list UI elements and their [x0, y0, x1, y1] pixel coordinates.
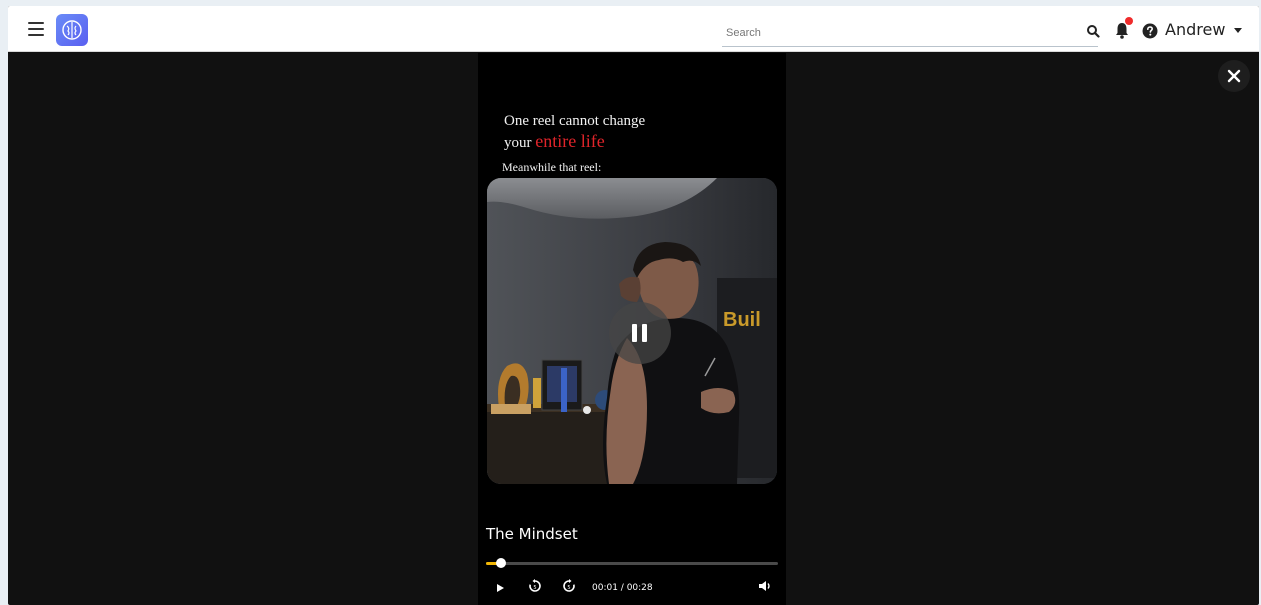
user-menu-name[interactable]: Andrew: [1165, 20, 1225, 39]
reel-player: One reel cannot change your entire life …: [478, 53, 786, 605]
brain-logo-icon[interactable]: [56, 14, 88, 46]
svg-text:5: 5: [533, 585, 536, 591]
caption-line-2: your entire life: [504, 131, 645, 153]
brain-logo-glyph: [62, 20, 82, 40]
top-navigation-bar: Andrew: [8, 6, 1259, 52]
rewind-5-icon[interactable]: 5: [528, 579, 542, 593]
close-button[interactable]: [1218, 60, 1250, 92]
caption-accent: entire life: [535, 131, 605, 151]
pause-button[interactable]: [609, 302, 671, 364]
time-readout: 00:01 / 00:28: [592, 583, 653, 593]
caption-subline: Meanwhile that reel:: [502, 160, 602, 174]
close-icon: [1227, 69, 1241, 83]
caption-line-1: One reel cannot change: [504, 113, 646, 129]
seek-bar[interactable]: [486, 558, 778, 568]
notification-badge: [1125, 17, 1133, 25]
search-field: [722, 20, 1098, 47]
seek-bar-thumb[interactable]: [495, 558, 506, 568]
pause-icon-bar-left: [632, 324, 637, 342]
caption-prefix: your: [504, 135, 532, 151]
pause-icon-bar-right: [642, 324, 647, 342]
svg-text:5: 5: [567, 585, 570, 591]
search-icon[interactable]: [1086, 24, 1100, 38]
hamburger-menu-icon[interactable]: [28, 22, 44, 36]
video-frame[interactable]: Buil: [487, 178, 777, 484]
reel-title: The Mindset: [486, 525, 578, 543]
svg-text:Buil: Buil: [723, 309, 761, 331]
app-window: Andrew One reel cannot change your entir…: [8, 6, 1259, 605]
volume-icon[interactable]: [758, 580, 772, 592]
play-icon[interactable]: [497, 584, 504, 592]
reel-caption: One reel cannot change your entire life: [504, 111, 645, 153]
chevron-down-icon[interactable]: [1234, 28, 1242, 33]
forward-5-icon[interactable]: 5: [562, 579, 576, 593]
search-input[interactable]: [724, 22, 1068, 44]
help-circle-icon[interactable]: [1142, 23, 1158, 39]
